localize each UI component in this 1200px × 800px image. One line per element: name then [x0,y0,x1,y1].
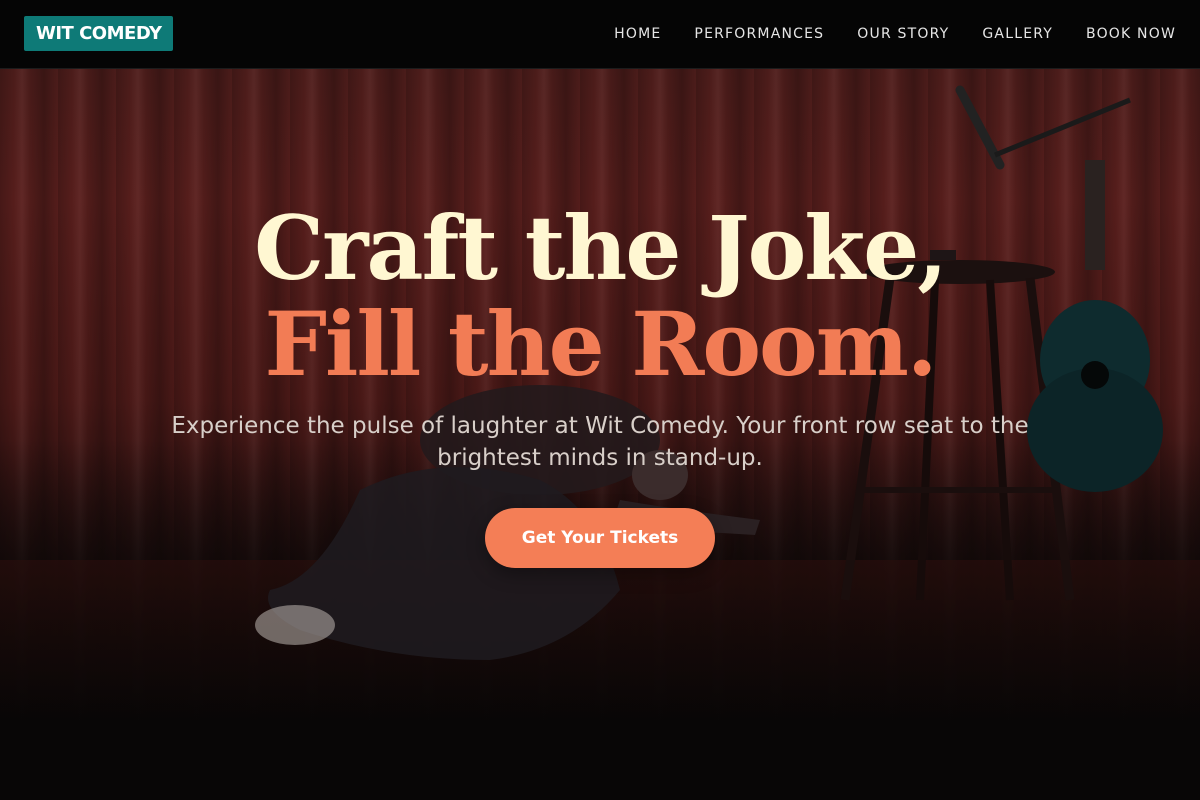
nav-link-book-now[interactable]: BOOK NOW [1086,26,1176,42]
nav-link-our-story[interactable]: OUR STORY [857,26,949,42]
hero-headline-line-2: Fill the Room. [264,292,938,396]
hero-headline-line-1: Craft the Joke, [254,196,948,300]
get-tickets-button[interactable]: Get Your Tickets [485,508,715,568]
top-navigation-bar: WIT COMEDY HOME PERFORMANCES OUR STORY G… [0,0,1200,69]
nav-link-performances[interactable]: PERFORMANCES [694,26,824,42]
page: WIT COMEDY HOME PERFORMANCES OUR STORY G… [0,0,1200,800]
brand-logo[interactable]: WIT COMEDY [24,16,174,51]
nav-link-gallery[interactable]: GALLERY [982,26,1053,42]
nav-link-home[interactable]: HOME [614,26,661,42]
main-nav: HOME PERFORMANCES OUR STORY GALLERY BOOK… [614,0,1176,68]
hero-section: Craft the Joke, Fill the Room. Experienc… [0,200,1200,568]
hero-subtitle: Experience the pulse of laughter at Wit … [171,413,1029,471]
hero-headline: Craft the Joke, Fill the Room. [0,200,1200,392]
